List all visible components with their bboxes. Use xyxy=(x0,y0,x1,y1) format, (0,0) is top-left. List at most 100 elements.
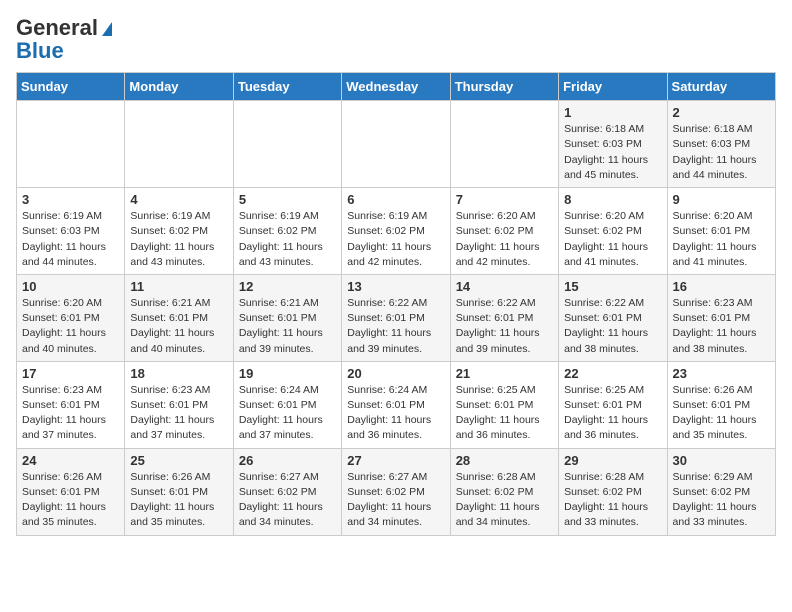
calendar-cell xyxy=(342,101,450,188)
day-info: Sunrise: 6:23 AM Sunset: 6:01 PM Dayligh… xyxy=(22,383,119,444)
day-info: Sunrise: 6:27 AM Sunset: 6:02 PM Dayligh… xyxy=(347,470,444,531)
col-header-wednesday: Wednesday xyxy=(342,73,450,101)
calendar-cell: 12 Sunrise: 6:21 AM Sunset: 6:01 PM Dayli… xyxy=(233,274,341,361)
calendar-cell: 21 Sunrise: 6:25 AM Sunset: 6:01 PM Dayli… xyxy=(450,361,558,448)
day-number: 18 xyxy=(130,366,227,381)
col-header-saturday: Saturday xyxy=(667,73,775,101)
calendar-cell: 25 Sunrise: 6:26 AM Sunset: 6:01 PM Dayli… xyxy=(125,448,233,535)
calendar-cell: 11 Sunrise: 6:21 AM Sunset: 6:01 PM Dayli… xyxy=(125,274,233,361)
day-number: 7 xyxy=(456,192,553,207)
col-header-tuesday: Tuesday xyxy=(233,73,341,101)
day-number: 25 xyxy=(130,453,227,468)
calendar-cell: 8 Sunrise: 6:20 AM Sunset: 6:02 PM Daylig… xyxy=(559,188,667,275)
calendar-week-5: 24 Sunrise: 6:26 AM Sunset: 6:01 PM Dayli… xyxy=(17,448,776,535)
calendar-cell: 26Sunrise: 6:27 AM Sunset: 6:02 PM Dayli… xyxy=(233,448,341,535)
calendar-cell: 27 Sunrise: 6:27 AM Sunset: 6:02 PM Dayli… xyxy=(342,448,450,535)
calendar-cell: 13 Sunrise: 6:22 AM Sunset: 6:01 PM Dayli… xyxy=(342,274,450,361)
day-info: Sunrise: 6:22 AM Sunset: 6:01 PM Dayligh… xyxy=(564,296,661,357)
day-number: 9 xyxy=(673,192,770,207)
day-info: Sunrise: 6:26 AM Sunset: 6:01 PM Dayligh… xyxy=(673,383,770,444)
day-info: Sunrise: 6:24 AM Sunset: 6:01 PM Dayligh… xyxy=(347,383,444,444)
col-header-thursday: Thursday xyxy=(450,73,558,101)
logo-general: General xyxy=(16,15,98,40)
col-header-monday: Monday xyxy=(125,73,233,101)
calendar-cell: 29Sunrise: 6:28 AM Sunset: 6:02 PM Dayli… xyxy=(559,448,667,535)
day-number: 20 xyxy=(347,366,444,381)
calendar-cell: 28 Sunrise: 6:28 AM Sunset: 6:02 PM Dayli… xyxy=(450,448,558,535)
day-info: Sunrise: 6:20 AM Sunset: 6:02 PM Dayligh… xyxy=(564,209,661,270)
day-info: Sunrise: 6:23 AM Sunset: 6:01 PM Dayligh… xyxy=(130,383,227,444)
day-number: 17 xyxy=(22,366,119,381)
calendar-cell xyxy=(450,101,558,188)
page-header: General Blue xyxy=(16,16,776,64)
day-info: Sunrise: 6:24 AM Sunset: 6:01 PM Dayligh… xyxy=(239,383,336,444)
calendar-week-4: 17 Sunrise: 6:23 AM Sunset: 6:01 PM Dayli… xyxy=(17,361,776,448)
day-info: Sunrise: 6:26 AM Sunset: 6:01 PM Dayligh… xyxy=(130,470,227,531)
calendar-body: 1Sunrise: 6:18 AM Sunset: 6:03 PM Daylig… xyxy=(17,101,776,535)
calendar-week-1: 1Sunrise: 6:18 AM Sunset: 6:03 PM Daylig… xyxy=(17,101,776,188)
calendar-cell xyxy=(233,101,341,188)
calendar-cell: 19 Sunrise: 6:24 AM Sunset: 6:01 PM Dayli… xyxy=(233,361,341,448)
day-info: Sunrise: 6:27 AM Sunset: 6:02 PM Dayligh… xyxy=(239,470,336,531)
calendar-cell: 17 Sunrise: 6:23 AM Sunset: 6:01 PM Dayli… xyxy=(17,361,125,448)
calendar-cell: 4 Sunrise: 6:19 AM Sunset: 6:02 PM Daylig… xyxy=(125,188,233,275)
calendar-cell: 5Sunrise: 6:19 AM Sunset: 6:02 PM Daylig… xyxy=(233,188,341,275)
calendar-cell: 20 Sunrise: 6:24 AM Sunset: 6:01 PM Dayli… xyxy=(342,361,450,448)
calendar-cell: 6 Sunrise: 6:19 AM Sunset: 6:02 PM Daylig… xyxy=(342,188,450,275)
day-number: 6 xyxy=(347,192,444,207)
col-header-sunday: Sunday xyxy=(17,73,125,101)
calendar-cell xyxy=(125,101,233,188)
day-number: 15 xyxy=(564,279,661,294)
day-number: 24 xyxy=(22,453,119,468)
day-number: 30 xyxy=(673,453,770,468)
day-number: 16 xyxy=(673,279,770,294)
day-number: 14 xyxy=(456,279,553,294)
calendar-cell: 24 Sunrise: 6:26 AM Sunset: 6:01 PM Dayli… xyxy=(17,448,125,535)
day-info: Sunrise: 6:23 AM Sunset: 6:01 PM Dayligh… xyxy=(673,296,770,357)
col-header-friday: Friday xyxy=(559,73,667,101)
day-info: Sunrise: 6:21 AM Sunset: 6:01 PM Dayligh… xyxy=(130,296,227,357)
day-info: Sunrise: 6:26 AM Sunset: 6:01 PM Dayligh… xyxy=(22,470,119,531)
day-info: Sunrise: 6:28 AM Sunset: 6:02 PM Dayligh… xyxy=(456,470,553,531)
logo: General Blue xyxy=(16,16,112,64)
calendar-header-row: SundayMondayTuesdayWednesdayThursdayFrid… xyxy=(17,73,776,101)
day-info: Sunrise: 6:22 AM Sunset: 6:01 PM Dayligh… xyxy=(456,296,553,357)
day-info: Sunrise: 6:25 AM Sunset: 6:01 PM Dayligh… xyxy=(456,383,553,444)
day-number: 12 xyxy=(239,279,336,294)
calendar-week-3: 10 Sunrise: 6:20 AM Sunset: 6:01 PM Dayli… xyxy=(17,274,776,361)
calendar-week-2: 3Sunrise: 6:19 AM Sunset: 6:03 PM Daylig… xyxy=(17,188,776,275)
calendar-cell: 18 Sunrise: 6:23 AM Sunset: 6:01 PM Dayli… xyxy=(125,361,233,448)
day-info: Sunrise: 6:19 AM Sunset: 6:02 PM Dayligh… xyxy=(130,209,227,270)
day-info: Sunrise: 6:21 AM Sunset: 6:01 PM Dayligh… xyxy=(239,296,336,357)
day-info: Sunrise: 6:22 AM Sunset: 6:01 PM Dayligh… xyxy=(347,296,444,357)
day-info: Sunrise: 6:20 AM Sunset: 6:01 PM Dayligh… xyxy=(673,209,770,270)
day-number: 3 xyxy=(22,192,119,207)
calendar-cell xyxy=(17,101,125,188)
day-number: 11 xyxy=(130,279,227,294)
logo-blue: Blue xyxy=(16,38,64,64)
day-number: 13 xyxy=(347,279,444,294)
day-number: 10 xyxy=(22,279,119,294)
day-number: 2 xyxy=(673,105,770,120)
day-info: Sunrise: 6:20 AM Sunset: 6:02 PM Dayligh… xyxy=(456,209,553,270)
day-number: 4 xyxy=(130,192,227,207)
day-info: Sunrise: 6:28 AM Sunset: 6:02 PM Dayligh… xyxy=(564,470,661,531)
calendar-cell: 22Sunrise: 6:25 AM Sunset: 6:01 PM Dayli… xyxy=(559,361,667,448)
day-number: 19 xyxy=(239,366,336,381)
calendar-cell: 14 Sunrise: 6:22 AM Sunset: 6:01 PM Dayli… xyxy=(450,274,558,361)
day-info: Sunrise: 6:20 AM Sunset: 6:01 PM Dayligh… xyxy=(22,296,119,357)
day-number: 28 xyxy=(456,453,553,468)
day-number: 23 xyxy=(673,366,770,381)
calendar-cell: 2Sunrise: 6:18 AM Sunset: 6:03 PM Daylig… xyxy=(667,101,775,188)
day-info: Sunrise: 6:19 AM Sunset: 6:02 PM Dayligh… xyxy=(239,209,336,270)
day-number: 27 xyxy=(347,453,444,468)
day-info: Sunrise: 6:18 AM Sunset: 6:03 PM Dayligh… xyxy=(564,122,661,183)
day-info: Sunrise: 6:19 AM Sunset: 6:02 PM Dayligh… xyxy=(347,209,444,270)
calendar-table: SundayMondayTuesdayWednesdayThursdayFrid… xyxy=(16,72,776,535)
day-number: 21 xyxy=(456,366,553,381)
calendar-cell: 1Sunrise: 6:18 AM Sunset: 6:03 PM Daylig… xyxy=(559,101,667,188)
calendar-cell: 16 Sunrise: 6:23 AM Sunset: 6:01 PM Dayli… xyxy=(667,274,775,361)
calendar-cell: 7 Sunrise: 6:20 AM Sunset: 6:02 PM Daylig… xyxy=(450,188,558,275)
day-number: 8 xyxy=(564,192,661,207)
calendar-cell: 23 Sunrise: 6:26 AM Sunset: 6:01 PM Dayli… xyxy=(667,361,775,448)
